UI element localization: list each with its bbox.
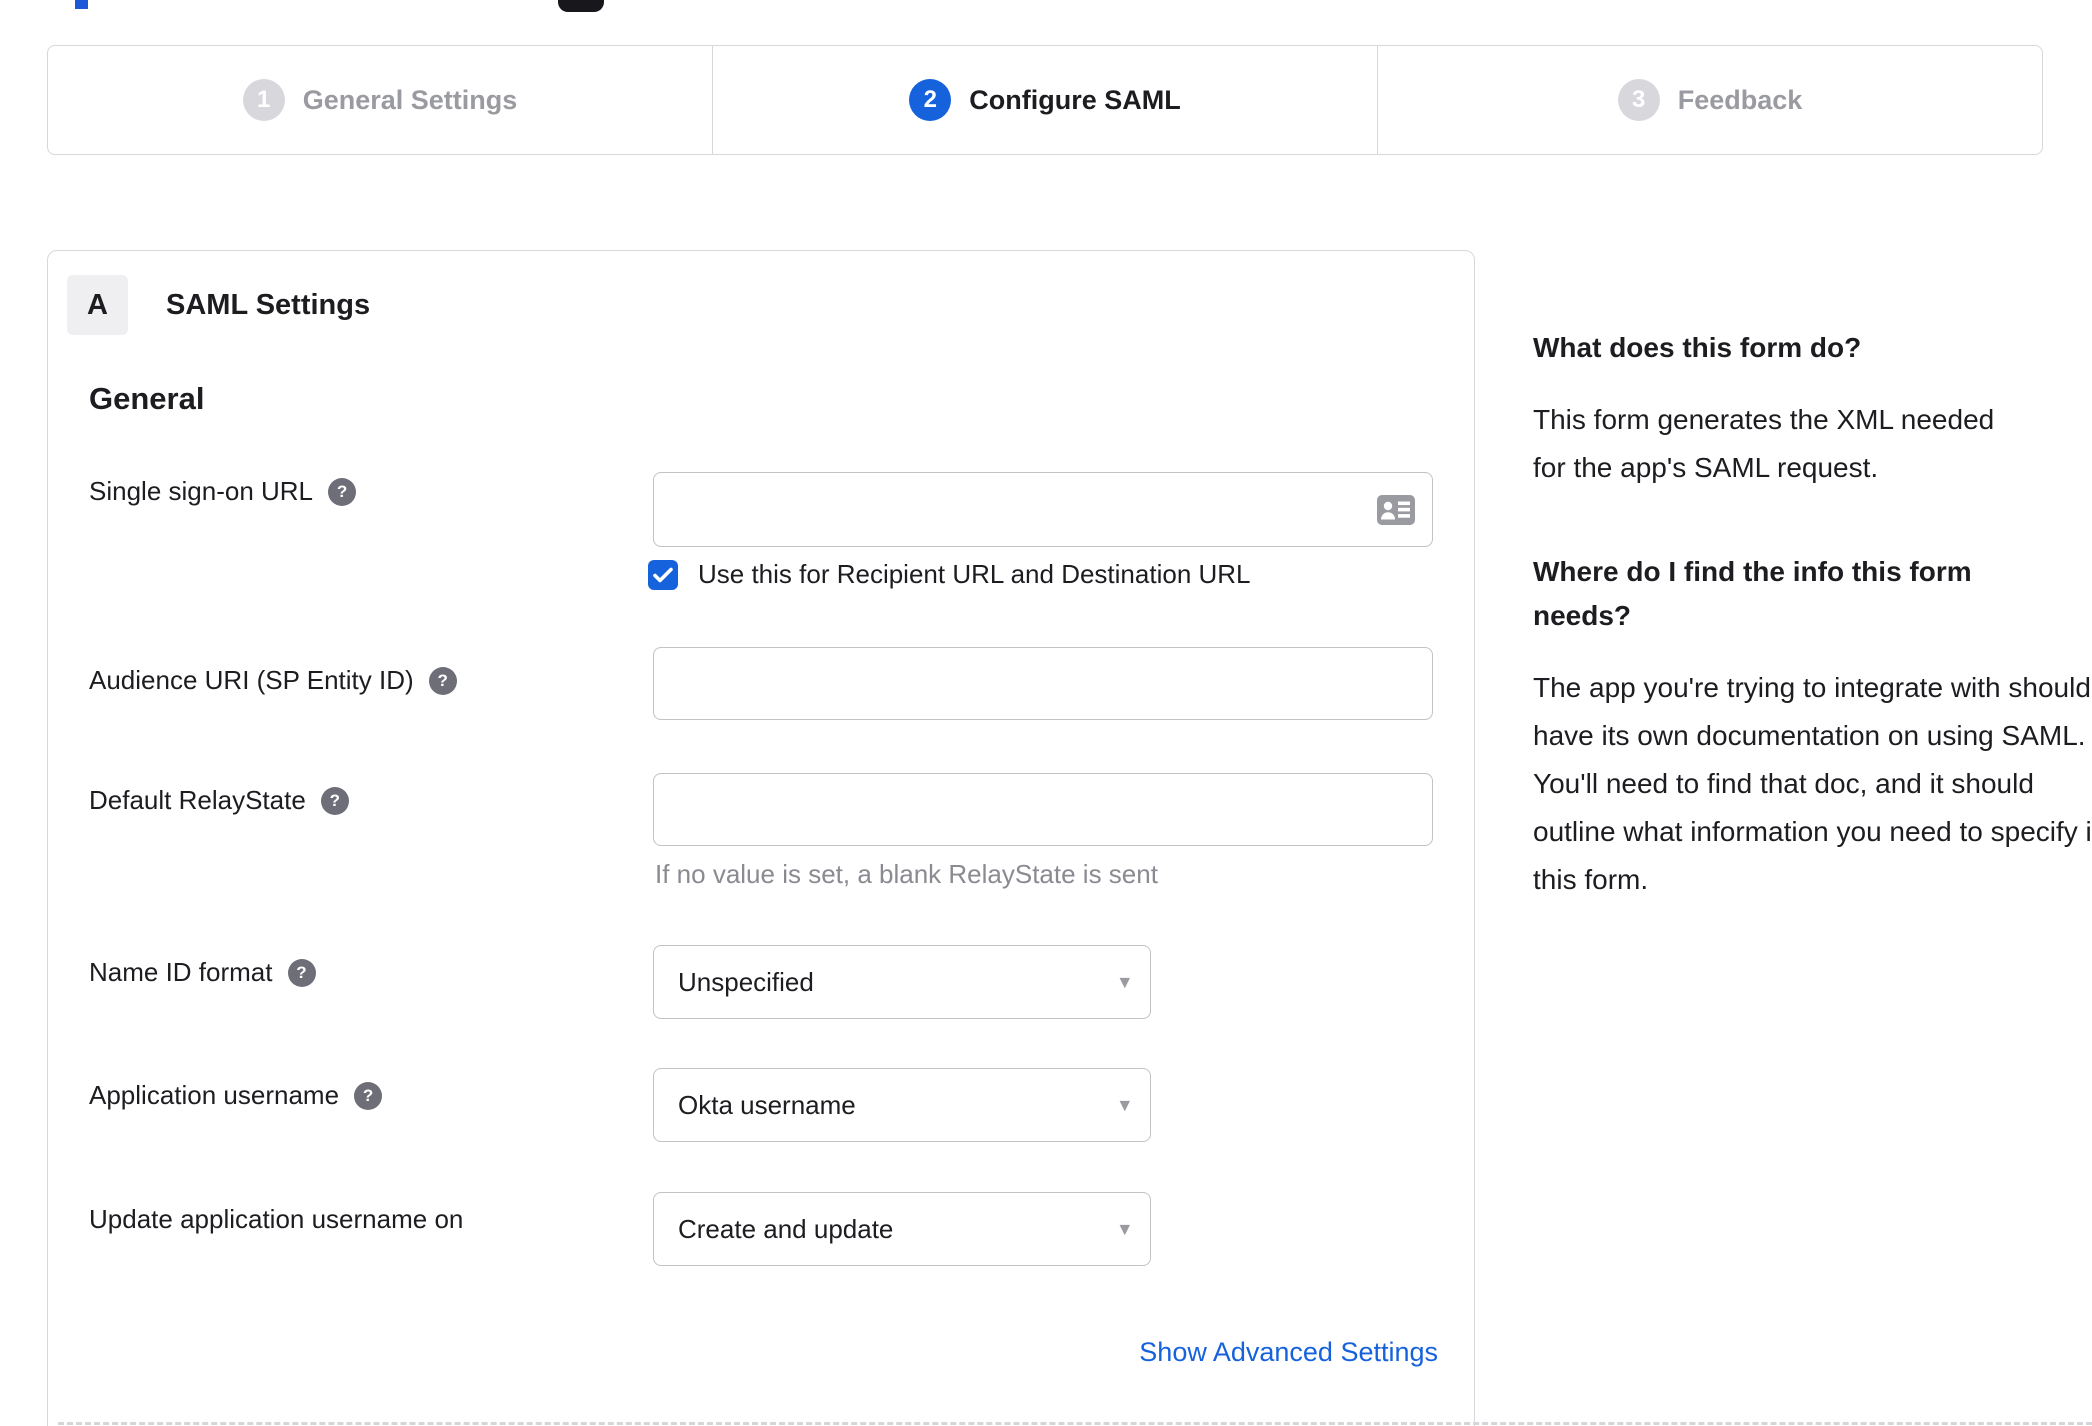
nameid-format-label: Name ID format ?	[89, 957, 316, 988]
step-2-circle: 2	[909, 79, 952, 121]
recipient-url-checkbox-row: Use this for Recipient URL and Destinati…	[648, 559, 1251, 590]
app-username-value: Okta username	[678, 1089, 856, 1120]
update-username-label: Update application username on	[89, 1204, 463, 1235]
audience-uri-label-text: Audience URI (SP Entity ID)	[89, 665, 414, 695]
step-1-circle: 1	[242, 79, 285, 121]
step-3-label: Feedback	[1677, 84, 1803, 115]
step-3-circle: 3	[1617, 79, 1660, 121]
relaystate-input[interactable]	[653, 773, 1433, 846]
audience-uri-input-wrap	[653, 647, 1433, 720]
contact-card-icon	[1377, 494, 1415, 525]
cropped-heading-artifact-dark	[558, 0, 604, 12]
nameid-format-label-text: Name ID format	[89, 957, 273, 987]
section-divider-dashed	[58, 1422, 2092, 1425]
caret-down-icon: ▾	[1119, 1093, 1130, 1117]
panel-header: A SAML Settings	[67, 275, 370, 335]
update-username-value: Create and update	[678, 1213, 894, 1244]
step-2-label: Configure SAML	[969, 84, 1181, 115]
app-username-label-text: Application username	[89, 1080, 340, 1110]
relaystate-label: Default RelayState ?	[89, 785, 349, 816]
step-1-label: General Settings	[302, 84, 518, 115]
app-username-select[interactable]: Okta username ▾	[653, 1068, 1151, 1142]
sso-url-label: Single sign-on URL ?	[89, 476, 357, 507]
relaystate-hint: If no value is set, a blank RelayState i…	[655, 859, 1158, 889]
general-section-heading: General	[89, 381, 205, 416]
update-username-select[interactable]: Create and update ▾	[653, 1192, 1151, 1266]
sidebar-body-2: The app you're trying to integrate with …	[1533, 672, 2092, 895]
wizard-stepper: 1 General Settings 2 Configure SAML 3 Fe…	[47, 45, 2043, 155]
help-icon[interactable]: ?	[354, 1081, 383, 1110]
check-icon	[653, 567, 673, 582]
caret-down-icon: ▾	[1119, 1217, 1130, 1241]
nameid-format-value: Unspecified	[678, 966, 814, 997]
sso-url-label-text: Single sign-on URL	[89, 476, 314, 506]
help-sidebar: What does this form do? This form genera…	[1533, 326, 2092, 904]
step-feedback[interactable]: 3 Feedback	[1377, 46, 2042, 154]
step-general-settings[interactable]: 1 General Settings	[48, 46, 712, 154]
recipient-url-checkbox-label: Use this for Recipient URL and Destinati…	[698, 559, 1251, 589]
configure-saml-page: 1 General Settings 2 Configure SAML 3 Fe…	[0, 0, 2092, 1426]
help-icon[interactable]: ?	[328, 477, 357, 506]
sso-url-input[interactable]	[653, 472, 1433, 547]
recipient-url-checkbox[interactable]	[648, 559, 678, 590]
nameid-format-select[interactable]: Unspecified ▾	[653, 945, 1151, 1019]
panel-title: SAML Settings	[166, 288, 371, 321]
sso-url-input-wrap	[653, 472, 1433, 547]
sidebar-heading-1: What does this form do?	[1533, 332, 1862, 363]
app-username-label: Application username ?	[89, 1080, 383, 1111]
show-advanced-settings-link[interactable]: Show Advanced Settings	[48, 1337, 1438, 1368]
help-icon[interactable]: ?	[320, 786, 349, 815]
sidebar-heading-2: Where do I find the info this form needs…	[1533, 556, 1972, 631]
audience-uri-label: Audience URI (SP Entity ID) ?	[89, 665, 457, 696]
sidebar-body-1: This form generates the XML needed for t…	[1533, 404, 1995, 483]
relaystate-input-wrap	[653, 773, 1433, 846]
saml-settings-panel: A SAML Settings General Single sign-on U…	[47, 250, 1475, 1426]
audience-uri-input[interactable]	[653, 647, 1433, 720]
cropped-heading-artifact-blue	[75, 0, 88, 9]
update-username-label-text: Update application username on	[89, 1204, 464, 1234]
step-configure-saml[interactable]: 2 Configure SAML	[712, 46, 1377, 154]
section-a-badge: A	[67, 275, 128, 335]
help-icon[interactable]: ?	[287, 958, 316, 987]
help-icon[interactable]: ?	[428, 666, 457, 695]
relaystate-label-text: Default RelayState	[89, 785, 306, 815]
caret-down-icon: ▾	[1119, 970, 1130, 994]
